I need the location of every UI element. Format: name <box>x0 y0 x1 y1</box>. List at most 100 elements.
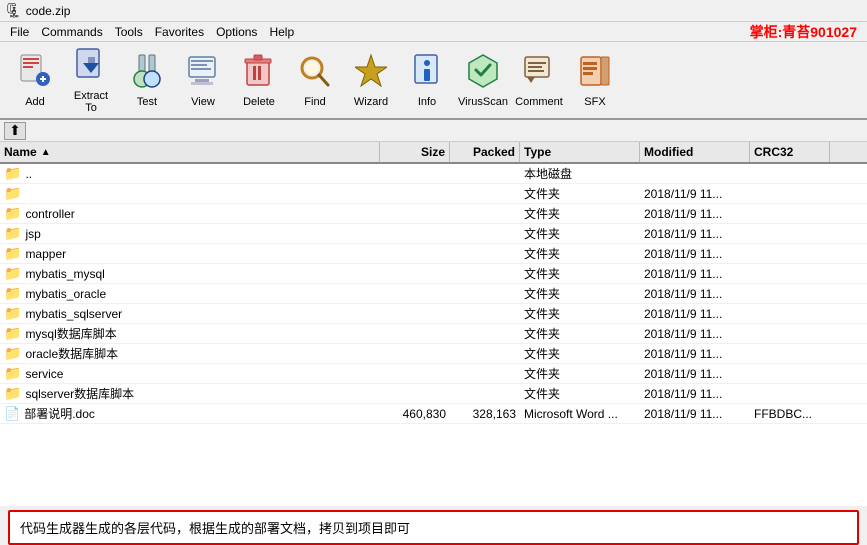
file-type-cell: 文件夹 <box>520 304 640 323</box>
file-name: mybatis_oracle <box>25 287 106 301</box>
info-icon <box>411 53 443 94</box>
file-type-cell: 文件夹 <box>520 364 640 383</box>
menu-options[interactable]: Options <box>210 24 263 40</box>
extract-icon <box>75 47 107 88</box>
test-button[interactable]: Test <box>120 46 174 114</box>
view-icon <box>187 53 219 94</box>
folder-icon: 📁 <box>4 365 21 382</box>
file-type-cell: Microsoft Word ... <box>520 404 640 423</box>
file-name: mapper <box>25 247 66 261</box>
file-packed-cell <box>450 244 520 263</box>
file-name: .. <box>25 167 32 181</box>
table-row[interactable]: 📁 mapper 文件夹 2018/11/9 11... <box>0 244 867 264</box>
file-name-cell: 📁 mysql数据库脚本 <box>0 324 380 343</box>
file-modified-cell: 2018/11/9 11... <box>640 244 750 263</box>
file-packed-cell <box>450 204 520 223</box>
menu-file[interactable]: File <box>4 24 35 40</box>
table-row[interactable]: 📁 mysql数据库脚本 文件夹 2018/11/9 11... <box>0 324 867 344</box>
toolbar: Add Extract To Test <box>0 42 867 120</box>
file-crc-cell <box>750 204 830 223</box>
test-icon <box>131 53 163 94</box>
virusscan-button[interactable]: VirusScan <box>456 46 510 114</box>
wizard-label: Wizard <box>354 96 388 108</box>
table-row[interactable]: 📁 jsp 文件夹 2018/11/9 11... <box>0 224 867 244</box>
nav-bar: ⬆ <box>0 120 867 142</box>
col-header-crc[interactable]: CRC32 <box>750 142 830 162</box>
wizard-button[interactable]: Wizard <box>344 46 398 114</box>
comment-button[interactable]: Comment <box>512 46 566 114</box>
find-button[interactable]: Find <box>288 46 342 114</box>
menu-tools[interactable]: Tools <box>109 24 149 40</box>
file-size-cell <box>380 204 450 223</box>
file-type-cell: 文件夹 <box>520 244 640 263</box>
sfx-icon <box>579 53 611 94</box>
find-label: Find <box>304 96 325 108</box>
file-name-cell: 📁 .. <box>0 164 380 183</box>
menu-help[interactable]: Help <box>263 24 300 40</box>
virusscan-label: VirusScan <box>458 96 508 108</box>
content-area: Name ▲ Size Packed Type Modified CRC32 📁 <box>0 142 867 506</box>
file-size-cell: 460,830 <box>380 404 450 423</box>
file-list[interactable]: Name ▲ Size Packed Type Modified CRC32 📁 <box>0 142 867 506</box>
file-packed-cell <box>450 264 520 283</box>
nav-up-button[interactable]: ⬆ <box>4 122 26 140</box>
find-icon <box>299 53 331 94</box>
file-crc-cell <box>750 184 830 203</box>
sfx-label: SFX <box>584 96 605 108</box>
sfx-button[interactable]: SFX <box>568 46 622 114</box>
file-size-cell <box>380 164 450 183</box>
sort-arrow: ▲ <box>41 147 51 158</box>
table-row[interactable]: 📁 mybatis_sqlserver 文件夹 2018/11/9 11... <box>0 304 867 324</box>
file-size-cell <box>380 184 450 203</box>
test-label: Test <box>137 96 157 108</box>
folder-icon: 📁 <box>4 225 21 242</box>
view-button[interactable]: View <box>176 46 230 114</box>
file-name-cell: 📁 sqlserver数据库脚本 <box>0 384 380 403</box>
file-modified-cell: 2018/11/9 11... <box>640 324 750 343</box>
file-name-cell: 📄 部署说明.doc <box>0 404 380 423</box>
file-packed-cell <box>450 164 520 183</box>
folder-icon: 📁 <box>4 205 21 222</box>
table-row[interactable]: 📁 service 文件夹 2018/11/9 11... <box>0 364 867 384</box>
file-name: oracle数据库脚本 <box>25 345 118 362</box>
extract-button[interactable]: Extract To <box>64 46 118 114</box>
table-row[interactable]: 📁 mybatis_mysql 文件夹 2018/11/9 11... <box>0 264 867 284</box>
file-name: mysql数据库脚本 <box>25 325 116 342</box>
menu-bar: File Commands Tools Favorites Options He… <box>0 22 867 42</box>
folder-icon: 📁 <box>4 265 21 282</box>
file-packed-cell <box>450 224 520 243</box>
file-modified-cell: 2018/11/9 11... <box>640 344 750 363</box>
file-size-cell <box>380 344 450 363</box>
delete-button[interactable]: Delete <box>232 46 286 114</box>
file-type-cell: 文件夹 <box>520 204 640 223</box>
col-header-name[interactable]: Name ▲ <box>0 142 380 162</box>
file-name-cell: 📁 service <box>0 364 380 383</box>
file-packed-cell <box>450 324 520 343</box>
file-modified-cell: 2018/11/9 11... <box>640 224 750 243</box>
table-row[interactable]: 📁 sqlserver数据库脚本 文件夹 2018/11/9 11... <box>0 384 867 404</box>
file-modified-cell: 2018/11/9 11... <box>640 204 750 223</box>
add-button[interactable]: Add <box>8 46 62 114</box>
menu-commands[interactable]: Commands <box>35 24 108 40</box>
table-row[interactable]: 📄 部署说明.doc 460,830 328,163 Microsoft Wor… <box>0 404 867 424</box>
info-button[interactable]: Info <box>400 46 454 114</box>
table-row[interactable]: 📁 mybatis_oracle 文件夹 2018/11/9 11... <box>0 284 867 304</box>
menu-favorites[interactable]: Favorites <box>149 24 210 40</box>
table-row[interactable]: 📁 文件夹 2018/11/9 11... <box>0 184 867 204</box>
table-row[interactable]: 📁 .. 本地磁盘 <box>0 164 867 184</box>
col-header-modified[interactable]: Modified <box>640 142 750 162</box>
col-header-packed[interactable]: Packed <box>450 142 520 162</box>
table-row[interactable]: 📁 oracle数据库脚本 文件夹 2018/11/9 11... <box>0 344 867 364</box>
file-modified-cell: 2018/11/9 11... <box>640 284 750 303</box>
view-label: View <box>191 96 215 108</box>
col-header-size[interactable]: Size <box>380 142 450 162</box>
file-packed-cell: 328,163 <box>450 404 520 423</box>
table-row[interactable]: 📁 controller 文件夹 2018/11/9 11... <box>0 204 867 224</box>
file-name: 部署说明.doc <box>24 405 95 422</box>
file-size-cell <box>380 224 450 243</box>
file-type-cell: 文件夹 <box>520 344 640 363</box>
app-icon: 🗜 <box>4 2 22 19</box>
col-header-type[interactable]: Type <box>520 142 640 162</box>
file-crc-cell <box>750 304 830 323</box>
file-type-cell: 文件夹 <box>520 284 640 303</box>
